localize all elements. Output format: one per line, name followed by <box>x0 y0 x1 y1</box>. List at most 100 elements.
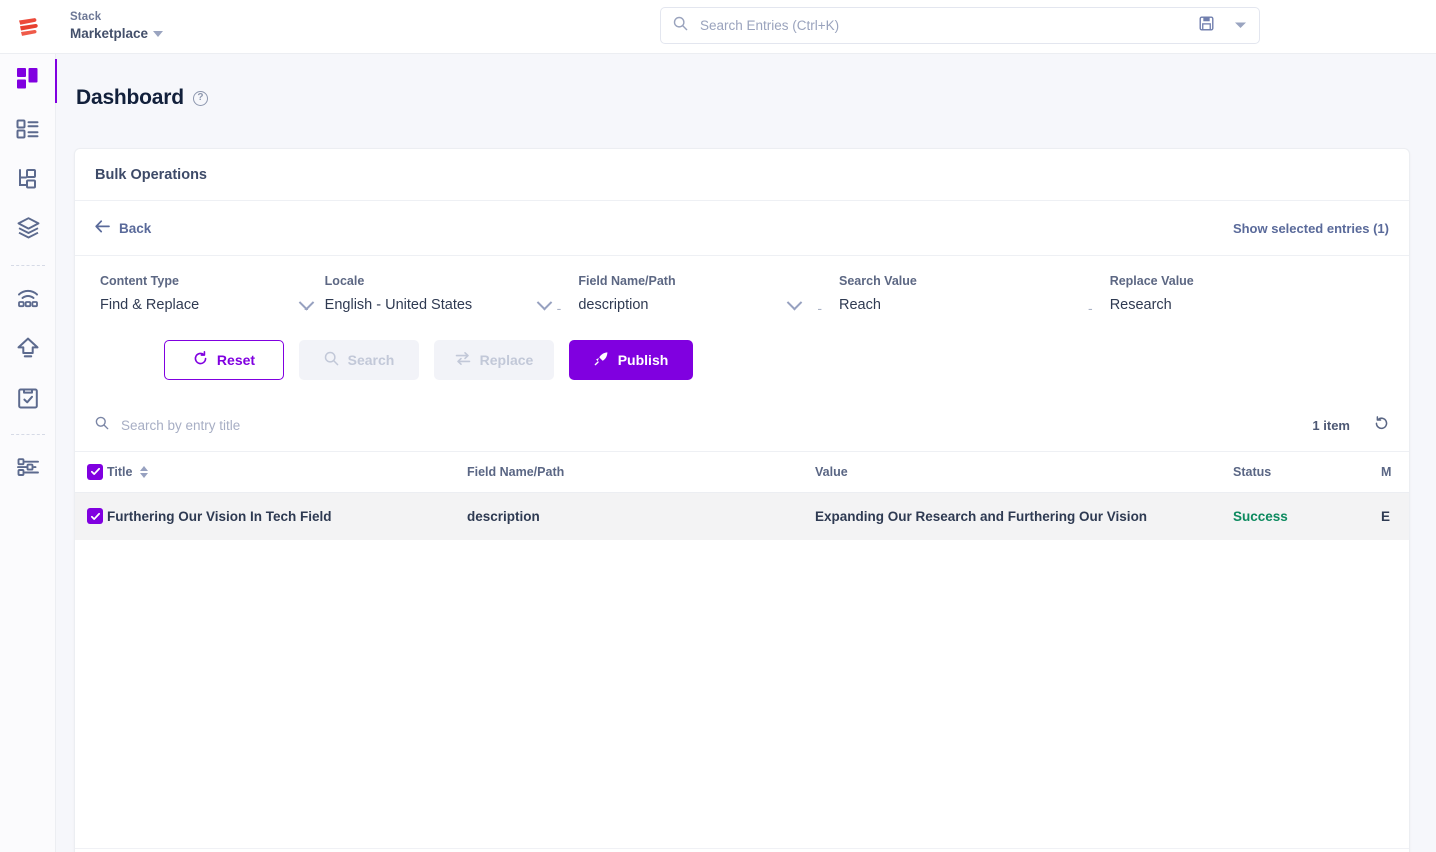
cell-field: description <box>467 492 815 540</box>
filter-search-value-label: Search Value <box>839 274 917 288</box>
sidebar-item-assets[interactable] <box>0 206 56 256</box>
help-circle-icon[interactable]: ? <box>192 90 208 106</box>
sidebar-item-content-types[interactable] <box>0 106 56 156</box>
top-bar: Stack Marketplace <box>0 0 1436 54</box>
page-title: Dashboard <box>76 86 184 109</box>
column-header-status[interactable]: Status <box>1233 452 1381 493</box>
filter-replace-value-text: Research <box>1109 297 1172 313</box>
back-button-label: Back <box>119 220 152 236</box>
caret-down-icon[interactable] <box>153 31 164 38</box>
sidebar-divider-2 <box>10 434 45 435</box>
filters-row: Content Type Find & Replace - Locale Eng… <box>75 256 1409 316</box>
filter-field-name-path-label: Field Name/Path <box>578 274 676 288</box>
action-buttons: Reset Search Replace Publish <box>75 316 1409 380</box>
swap-arrows-icon <box>455 351 471 369</box>
sidebar-divider-1 <box>10 265 45 266</box>
replace-button[interactable]: Replace <box>434 340 554 380</box>
entries-tree-icon <box>16 167 40 196</box>
card-title: Bulk Operations <box>95 166 207 183</box>
publish-upload-icon <box>16 336 40 365</box>
column-header-title-label: Title <box>107 464 133 479</box>
card-header: Bulk Operations <box>75 149 1409 201</box>
stack-switcher[interactable]: Stack Marketplace <box>70 11 164 42</box>
search-dropdown-caret-icon[interactable] <box>1234 17 1247 35</box>
entry-title-search-input[interactable] <box>119 417 519 434</box>
clipboard-check-icon <box>16 386 40 415</box>
search-button[interactable]: Search <box>299 340 419 380</box>
sidebar-item-dashboard[interactable] <box>0 56 57 106</box>
sidebar-item-settings[interactable] <box>0 444 56 494</box>
publish-rocket-icon <box>594 351 609 369</box>
column-header-title[interactable]: Title <box>107 452 467 493</box>
dashboard-grid-icon <box>16 67 40 96</box>
filter-replace-value-label: Replace Value <box>1109 274 1194 288</box>
floppy-save-icon[interactable] <box>1199 16 1214 36</box>
sidebar-item-entries[interactable] <box>0 156 56 206</box>
table-empty-area <box>75 540 1409 782</box>
replace-button-label: Replace <box>479 352 534 368</box>
search-icon <box>95 416 109 435</box>
sort-updown-icon[interactable] <box>140 465 149 478</box>
page-header: Dashboard ? <box>56 54 1436 110</box>
card-toolbar: Back Show selected entries (1) <box>75 201 1409 256</box>
filter-locale[interactable]: Locale English - United States <box>313 274 553 313</box>
sidebar-item-publish-queue[interactable] <box>0 325 56 375</box>
select-all-checkbox[interactable] <box>87 463 103 480</box>
search-icon <box>324 351 339 369</box>
arrow-left-icon <box>95 220 110 236</box>
column-header-field[interactable]: Field Name/Path <box>467 452 815 493</box>
stack-label: Stack <box>70 11 102 24</box>
back-button[interactable]: Back <box>95 220 151 236</box>
filter-locale-label: Locale <box>324 274 365 288</box>
row-checkbox[interactable] <box>87 508 103 524</box>
releases-broadcast-icon <box>16 286 40 315</box>
entries-table-viewport: Title Field Name/Path Value Status M Fur… <box>75 452 1409 782</box>
main-content: Dashboard ? Bulk Operations Back Show se… <box>56 54 1436 852</box>
contentstack-logo-icon[interactable] <box>0 0 56 54</box>
publish-button-label: Publish <box>617 352 669 368</box>
sidebar-item-audit-log[interactable] <box>0 375 56 425</box>
stack-name-text: Marketplace <box>70 26 149 42</box>
horizontal-scrollbar[interactable] <box>75 848 1409 852</box>
table-search-row: 1 item <box>75 400 1409 452</box>
row-select-cell <box>75 492 107 540</box>
select-all-cell <box>75 452 107 493</box>
filter-content-type-value: Find & Replace <box>100 297 200 313</box>
show-selected-entries-link[interactable]: Show selected entries (1) <box>1233 221 1389 236</box>
reset-button-label: Reset <box>216 352 256 368</box>
cell-title: Furthering Our Vision In Tech Field <box>107 492 467 540</box>
search-icon <box>673 16 688 36</box>
stack-name[interactable]: Marketplace <box>70 26 164 42</box>
filter-separator: - <box>556 300 562 316</box>
filter-separator: - <box>1088 300 1093 316</box>
filter-field-name-path-value: description <box>578 297 649 313</box>
content-type-list-icon <box>16 117 40 146</box>
cell-more: E <box>1381 492 1409 540</box>
undo-refresh-icon[interactable] <box>1374 415 1389 436</box>
left-sidebar <box>0 54 57 852</box>
publish-button[interactable]: Publish <box>569 340 693 380</box>
filter-search-value[interactable]: Search Value Reach <box>826 274 1084 313</box>
entries-table: Title Field Name/Path Value Status M Fur… <box>75 452 1409 540</box>
table-row[interactable]: Furthering Our Vision In Tech Field desc… <box>75 492 1409 540</box>
settings-sliders-icon <box>16 455 40 484</box>
chevron-down-icon[interactable] <box>787 294 803 310</box>
filter-content-type[interactable]: Content Type Find & Replace <box>75 274 315 313</box>
filter-replace-value[interactable]: Replace Value Research <box>1097 274 1327 313</box>
column-header-value[interactable]: Value <box>815 452 1233 493</box>
global-search-bar[interactable] <box>660 7 1260 44</box>
filter-separator: - <box>817 300 823 316</box>
status-badge: Success <box>1233 492 1381 540</box>
column-header-more[interactable]: M <box>1381 452 1409 493</box>
cell-value: Expanding Our Research and Furthering Ou… <box>815 492 1233 540</box>
refresh-ccw-icon <box>193 351 208 369</box>
sidebar-item-releases[interactable] <box>0 275 56 325</box>
search-button-label: Search <box>347 352 395 368</box>
global-search-input[interactable] <box>698 17 1199 34</box>
table-header-row: Title Field Name/Path Value Status M <box>75 452 1409 493</box>
item-count-label: 1 item <box>1312 418 1350 433</box>
chevron-down-icon[interactable] <box>536 294 552 310</box>
filter-field-name-path[interactable]: Field Name/Path description <box>565 274 813 313</box>
filter-locale-value: English - United States <box>324 297 473 313</box>
reset-button[interactable]: Reset <box>164 340 284 380</box>
